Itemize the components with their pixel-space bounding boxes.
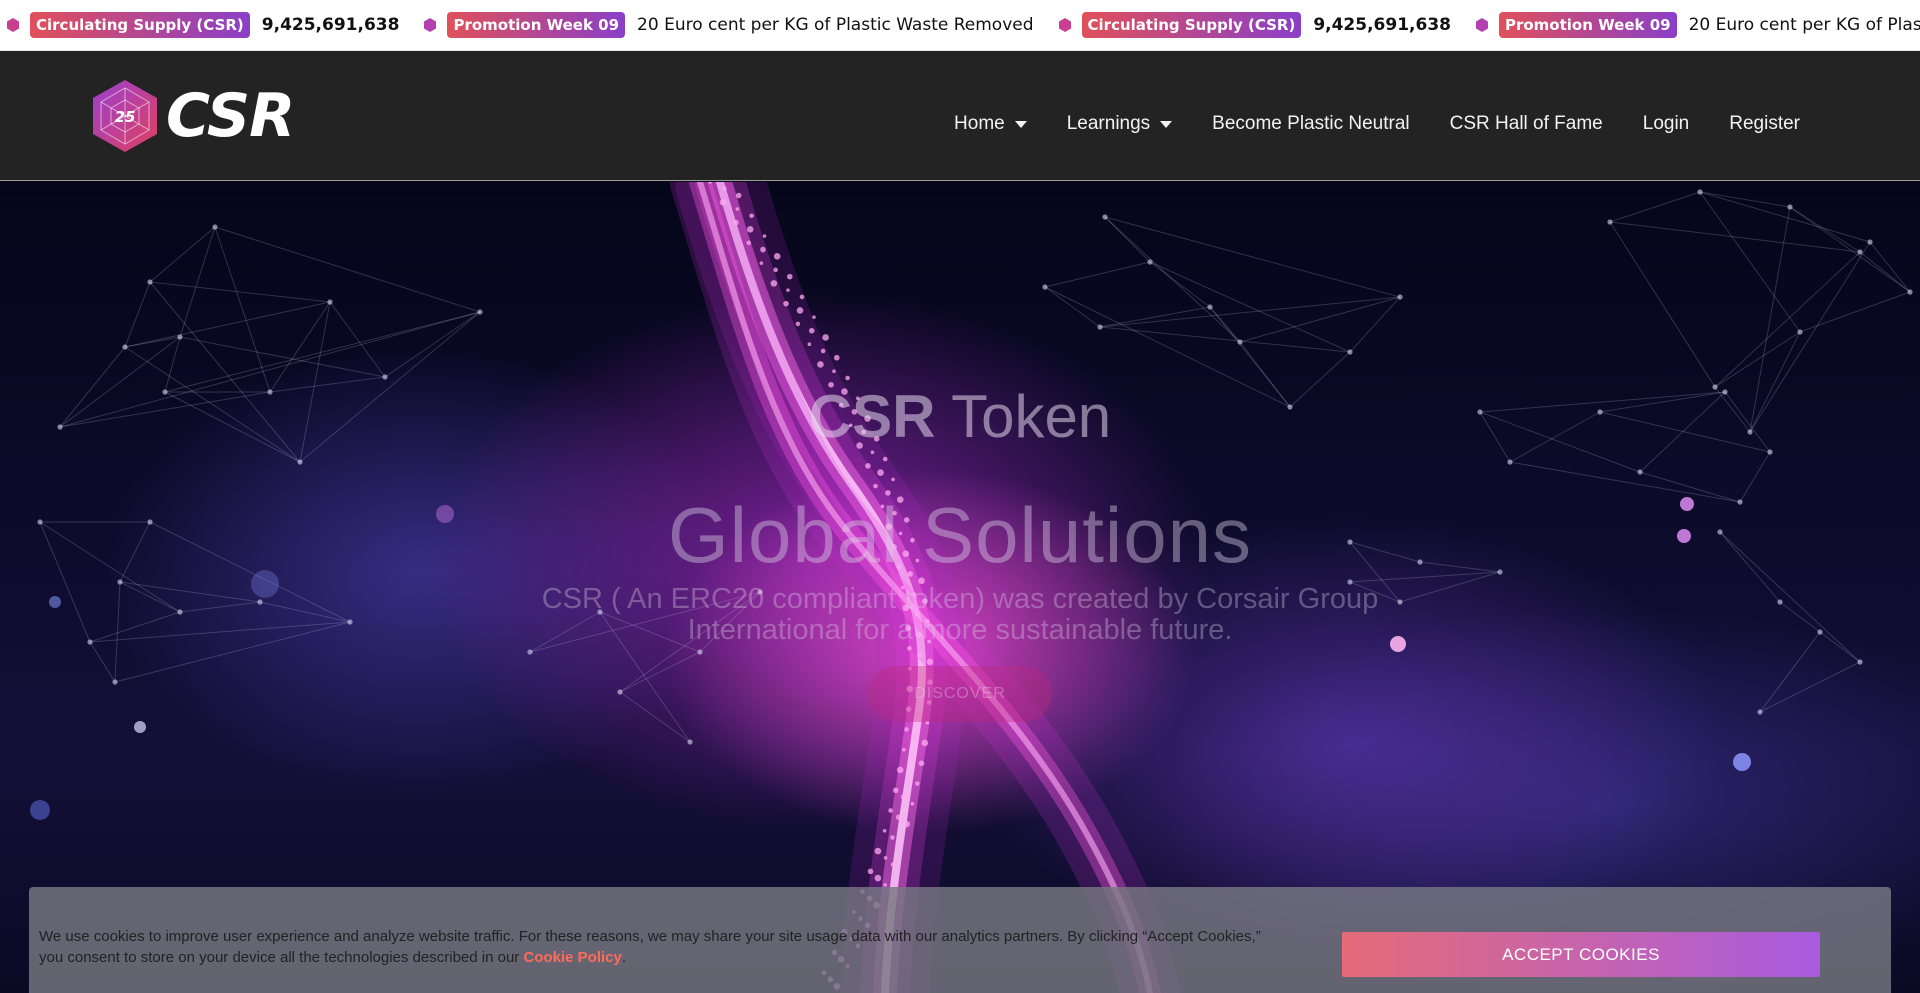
hero-title-rest: Token bbox=[935, 383, 1112, 450]
nav-item-home[interactable]: Home bbox=[954, 113, 1027, 135]
main-navigation: Home Learnings Become Plastic Neutral CSR H… bbox=[914, 113, 1800, 135]
logo-badge-number: 25 bbox=[115, 108, 136, 126]
discover-button[interactable]: DISCOVER bbox=[868, 666, 1052, 722]
hexagon-bullet-icon bbox=[7, 18, 19, 32]
hexagon-bullet-icon bbox=[1475, 18, 1488, 32]
nav-item-label: Login bbox=[1642, 113, 1690, 134]
cookie-banner: We use cookies to improve user experienc… bbox=[29, 887, 1891, 993]
ticker-track: Circulating Supply (CSR) 9,425,691,638 Pro… bbox=[0, 0, 1920, 50]
ticker-item: Circulating Supply (CSR) 9,425,691,638 bbox=[0, 12, 405, 38]
nav-item-register[interactable]: Register bbox=[1729, 113, 1800, 135]
nav-item-label: Become Plastic Neutral bbox=[1212, 113, 1410, 134]
ticker-value: 9,425,691,638 bbox=[1313, 15, 1451, 35]
nav-item-label: CSR Hall of Fame bbox=[1449, 113, 1603, 134]
site-logo[interactable]: 25 CSR bbox=[90, 78, 295, 154]
nav-item-learnings[interactable]: Learnings bbox=[1066, 113, 1173, 135]
nav-item-label: Home bbox=[954, 113, 1005, 134]
ticker-badge: Promotion Week 09 bbox=[447, 12, 626, 38]
caret-down-icon bbox=[1160, 120, 1173, 128]
hexagon-logo-icon: 25 bbox=[93, 80, 157, 152]
ticker-text: 20 Euro cent per KG of Plastic Waste Rem… bbox=[637, 15, 1034, 35]
caret-down-icon bbox=[1014, 120, 1027, 128]
hero-description: CSR ( An ERC20 compliant token) was crea… bbox=[541, 583, 1379, 646]
nav-item-label: Learnings bbox=[1066, 113, 1151, 134]
hero-subtitle: Global Solutions bbox=[667, 491, 1252, 579]
hexagon-bullet-icon bbox=[424, 18, 437, 32]
hexagon-bullet-icon bbox=[1058, 18, 1071, 32]
hero-section: CSR Token Global Solutions CSR ( An ERC2… bbox=[0, 182, 1920, 993]
nav-item-become-plastic-neutral[interactable]: Become Plastic Neutral bbox=[1212, 113, 1409, 135]
ticker-value: 9,425,691,638 bbox=[261, 15, 400, 35]
nav-item-csr-hall-of-fame[interactable]: CSR Hall of Fame bbox=[1450, 113, 1603, 135]
site-header: 25 CSR Home Learnings Become Plastic Neutr… bbox=[0, 51, 1920, 181]
ticker-badge: Circulating Supply (CSR) bbox=[1081, 12, 1302, 38]
ticker-item: Promotion Week 09 20 Euro cent per KG of … bbox=[417, 12, 1039, 38]
logo-wordmark: CSR bbox=[166, 81, 295, 151]
accept-cookies-button[interactable]: ACCEPT COOKIES bbox=[1342, 932, 1820, 977]
cookie-message-period: . bbox=[621, 949, 627, 966]
cookie-message-text: We use cookies to improve user experienc… bbox=[39, 928, 1261, 966]
ticker-text: 20 Euro cent per KG of Plastic Waste Rem… bbox=[1688, 15, 1920, 35]
cookie-message: We use cookies to improve user experienc… bbox=[39, 926, 1289, 968]
nav-item-label: Register bbox=[1729, 113, 1800, 134]
announcement-ticker: Circulating Supply (CSR) 9,425,691,638 Pro… bbox=[0, 0, 1920, 51]
hero-title: CSR Token bbox=[0, 382, 1920, 451]
ticker-item: Promotion Week 09 20 Euro cent per KG of … bbox=[1469, 12, 1920, 38]
ticker-item: Circulating Supply (CSR) 9,425,691,638 bbox=[1052, 12, 1457, 38]
cookie-policy-link[interactable]: Cookie Policy bbox=[523, 949, 621, 966]
ticker-badge: Promotion Week 09 bbox=[1498, 12, 1677, 38]
ticker-badge: Circulating Supply (CSR) bbox=[30, 12, 250, 38]
nav-item-login[interactable]: Login bbox=[1643, 113, 1690, 135]
hero-title-bold: CSR bbox=[808, 383, 936, 450]
